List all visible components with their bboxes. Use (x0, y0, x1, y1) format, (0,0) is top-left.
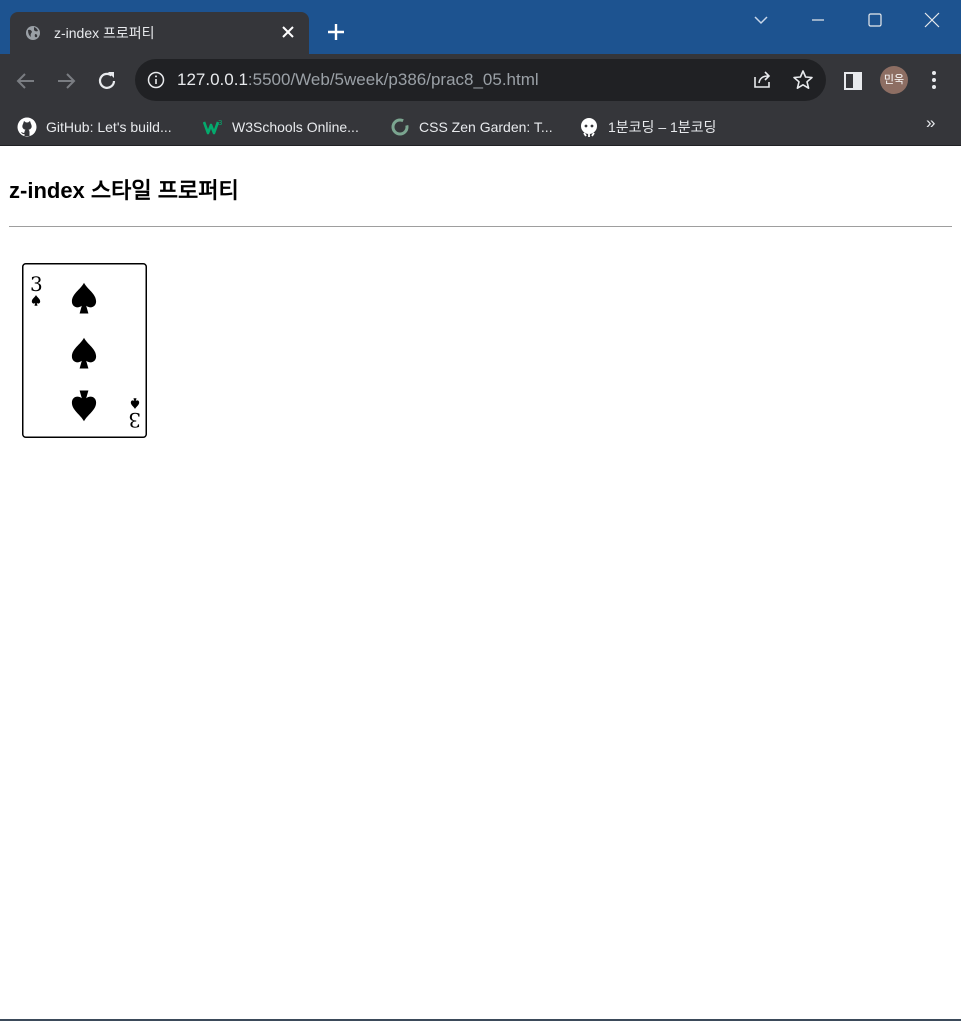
bookmarks-overflow-button[interactable]: » (926, 113, 935, 133)
page-content: z-index 스타일 프로퍼티 3 3 (0, 147, 961, 1020)
site-info-icon[interactable] (147, 71, 165, 89)
tab-search-icon[interactable] (749, 8, 773, 32)
minimize-icon[interactable] (806, 8, 830, 32)
w3schools-icon: 3 (203, 119, 222, 135)
share-icon[interactable] (752, 69, 774, 91)
browser-titlebar: z-index 프로퍼티 (0, 0, 961, 54)
svg-text:3: 3 (218, 119, 222, 127)
globe-icon (26, 26, 40, 40)
menu-icon[interactable] (925, 68, 943, 92)
page-heading: z-index 스타일 프로퍼티 (9, 178, 239, 203)
divider (9, 226, 952, 227)
url-host: 127.0.0.1 (177, 70, 248, 89)
bookmark-w3schools[interactable]: 3 W3Schools Online... (203, 114, 359, 140)
bookmark-github[interactable]: GitHub: Let's build... (17, 114, 172, 140)
bookmark-zen-garden[interactable]: CSS Zen Garden: T... (390, 114, 553, 140)
1min-coding-icon (581, 118, 597, 137)
reload-icon[interactable] (94, 68, 120, 94)
bookmark-label: 1분코딩 – 1분코딩 (608, 119, 717, 135)
card-rank-bottom: 3 (128, 408, 141, 432)
new-tab-icon[interactable] (326, 22, 346, 42)
card-rank-top: 3 (30, 272, 43, 296)
close-tab-icon[interactable] (279, 23, 297, 41)
tab-title: z-index 프로퍼티 (54, 25, 155, 41)
address-bar[interactable]: 127.0.0.1:5500/Web/5week/p386/prac8_05.h… (135, 59, 826, 101)
side-panel-icon[interactable] (843, 71, 863, 91)
back-icon[interactable] (13, 68, 39, 94)
bookmark-star-icon[interactable] (792, 69, 814, 91)
url-path: :5500/Web/5week/p386/prac8_05.html (247, 70, 539, 89)
maximize-icon[interactable] (863, 8, 887, 32)
browser-tab[interactable]: z-index 프로퍼티 (10, 12, 309, 54)
bookmark-label: CSS Zen Garden: T... (419, 119, 553, 135)
playing-card-3-of-spades: 3 3 (22, 263, 147, 438)
bookmark-label: W3Schools Online... (232, 119, 359, 135)
forward-icon[interactable] (53, 68, 79, 94)
bookmark-label: GitHub: Let's build... (46, 119, 172, 135)
url-text: 127.0.0.1:5500/Web/5week/p386/prac8_05.h… (177, 70, 539, 90)
window-close-icon[interactable] (920, 8, 944, 32)
browser-toolbar: 127.0.0.1:5500/Web/5week/p386/prac8_05.h… (0, 54, 961, 108)
profile-avatar[interactable]: 민욱 (880, 66, 908, 94)
bookmark-1min-coding[interactable]: 1분코딩 – 1분코딩 (579, 114, 716, 140)
bookmarks-bar: GitHub: Let's build... 3 W3Schools Onlin… (0, 108, 961, 146)
zen-garden-icon (391, 118, 409, 136)
github-icon (17, 117, 37, 137)
